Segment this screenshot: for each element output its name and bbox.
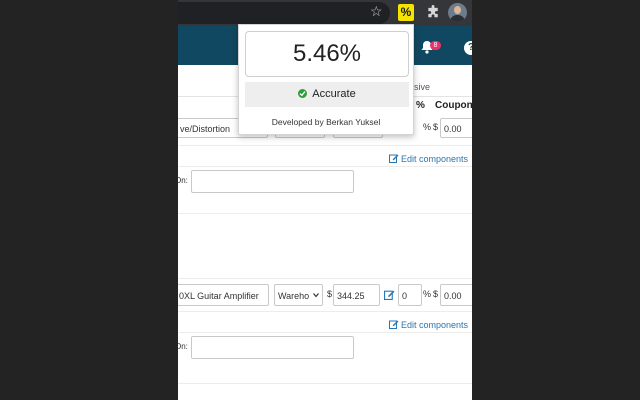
product-name-field[interactable]: 0XL Guitar Amplifier (178, 284, 269, 306)
column-header-coupon: Coupon (435, 100, 472, 111)
address-bar[interactable] (178, 2, 390, 24)
row-divider (178, 332, 472, 333)
column-header-percent: % (416, 100, 425, 111)
edit-icon[interactable] (384, 289, 395, 300)
coupon-field[interactable]: 0.00 (440, 118, 472, 138)
on-input[interactable] (191, 336, 354, 359)
extension-popup: 5.46% Accurate Developed by Berkan Yukse… (238, 24, 414, 135)
on-label: On: (178, 176, 188, 185)
coupon-currency: $ (433, 122, 439, 132)
notification-badge: 8 (430, 41, 441, 50)
edit-icon (389, 154, 399, 163)
section-divider (178, 383, 472, 384)
section-divider (178, 213, 472, 214)
edit-components-link[interactable]: Edit components (389, 152, 468, 164)
warehouse-select[interactable]: Wareho (274, 284, 323, 306)
browser-toolbar: ☆ % (178, 0, 472, 26)
avatar-face (454, 6, 461, 14)
row-divider (178, 278, 472, 279)
tab-label[interactable]: sive (414, 82, 430, 92)
percent-field[interactable]: 0 (398, 284, 422, 306)
bookmark-star-icon[interactable]: ☆ (370, 3, 383, 19)
row-divider (178, 311, 472, 312)
row-divider (178, 145, 472, 146)
row-divider (178, 166, 472, 167)
price-field[interactable]: 344.25 (333, 284, 380, 306)
warehouse-value: Wareho (278, 291, 310, 301)
accuracy-status: Accurate (245, 82, 409, 107)
on-label: On: (178, 342, 188, 351)
help-icon[interactable]: ? (464, 41, 472, 55)
edit-icon (389, 320, 399, 329)
check-circle-icon (298, 89, 308, 98)
percent-sign: % (423, 289, 432, 299)
percent-sign: % (423, 122, 432, 132)
edit-components-label: Edit components (401, 320, 469, 330)
percent-extension-icon[interactable]: % (398, 4, 414, 21)
coupon-currency: $ (433, 289, 439, 299)
profile-avatar[interactable] (448, 3, 467, 22)
extensions-puzzle-icon[interactable] (426, 5, 441, 20)
edit-components-link[interactable]: Edit components (389, 318, 468, 330)
developer-credit: Developed by Berkan Yuksel (271, 117, 381, 127)
coupon-field[interactable]: 0.00 (440, 284, 472, 306)
percentage-display: 5.46% (245, 31, 409, 77)
price-currency: $ (327, 289, 333, 299)
accuracy-status-label: Accurate (312, 88, 356, 100)
edit-components-label: Edit components (401, 154, 469, 164)
avatar-shirt (450, 15, 465, 22)
on-input[interactable] (191, 170, 354, 193)
chevron-down-icon (313, 293, 319, 298)
